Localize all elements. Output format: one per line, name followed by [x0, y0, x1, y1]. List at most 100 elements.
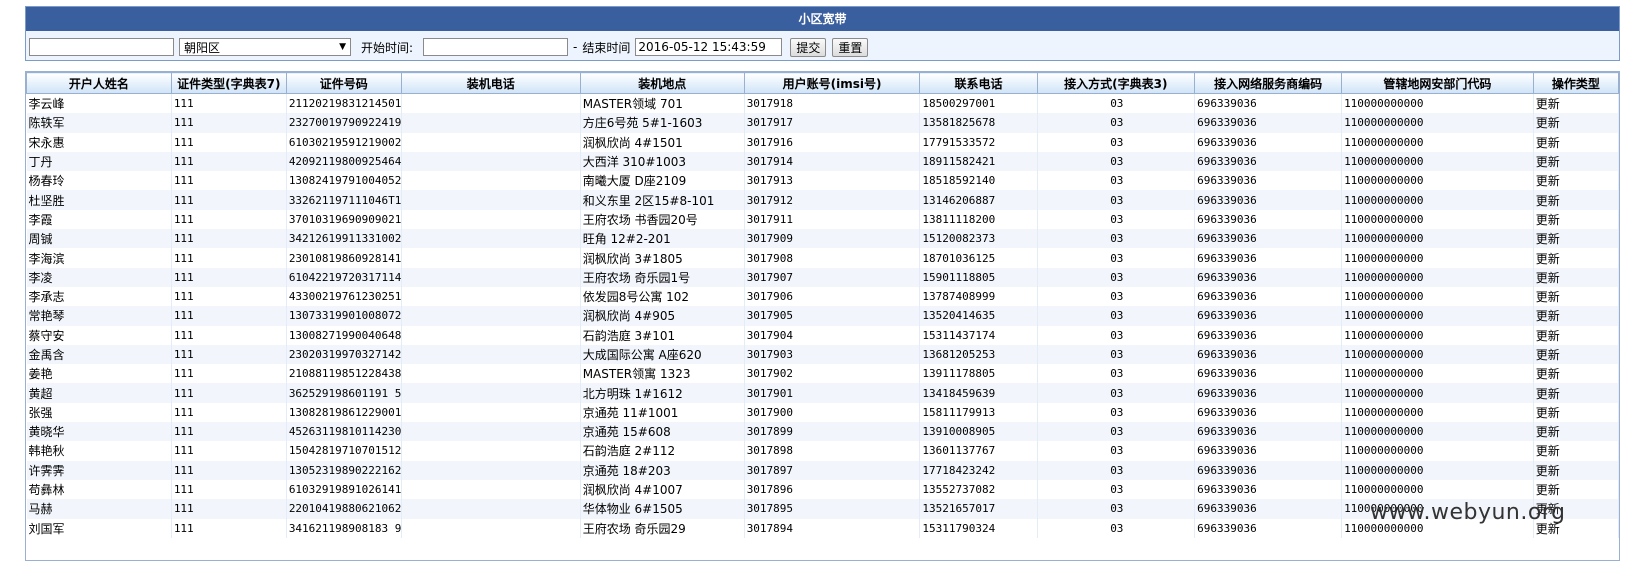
cell-dept-code: 110000000000	[1341, 171, 1534, 191]
cell-id-type: 111	[171, 441, 287, 461]
cell-access-method: 03	[1037, 209, 1196, 230]
cell-operation: 更新	[1533, 364, 1619, 384]
end-time-input[interactable]	[635, 38, 783, 56]
cell-install-address: 京通苑 18#203	[580, 460, 745, 480]
table-row[interactable]: 李承志 111 433002197612302518 依发园8号公寓 102 30179…	[26, 286, 1619, 307]
col-header-user-account[interactable]: 用户账号(imsi号)	[743, 72, 921, 94]
cell-operation: 更新	[1533, 383, 1619, 403]
cell-access-method: 03	[1037, 113, 1196, 133]
table-row[interactable]: 杨春玲 111 130824197910040526 南曦大厦 D座2109 30179…	[26, 171, 1619, 191]
table-row[interactable]: 姜艳 111 210881198512284383 MASTER领寓 1323 3017…	[26, 364, 1619, 384]
cell-id-type: 111	[171, 286, 287, 307]
cell-id-type: 111	[171, 248, 287, 268]
cell-install-address: 南曦大厦 D座2109	[580, 171, 745, 191]
cell-operation: 更新	[1533, 306, 1619, 326]
table-row[interactable]: 苟彝林 111 610329198910261410 润枫欣尚 4#1007 30178…	[26, 479, 1619, 500]
table-row[interactable]: 金禹含 111 230203199703271426 大成国际公寓 A座620 3017…	[26, 344, 1619, 365]
cell-id-number: 332621197111046T1X	[286, 190, 402, 210]
table-row[interactable]: 黄晓华 111 452631198101142307 京通苑 15#608 301789…	[26, 422, 1619, 442]
district-select[interactable]: 朝阳区 ▼	[179, 38, 351, 56]
cell-id-type: 111	[171, 229, 287, 249]
col-header-provider-code[interactable]: 接入网络服务商编码	[1194, 72, 1343, 94]
cell-owner-name: 马赫	[26, 499, 172, 519]
district-select-value: 朝阳区	[184, 40, 221, 55]
cell-contact-phone: 15311437174	[919, 325, 1038, 345]
cell-access-method: 03	[1037, 479, 1196, 500]
cell-contact-phone: 13787408999	[919, 286, 1038, 307]
table-row[interactable]: 周铖 111 342126199113310025 旺角 12#2-201 301790…	[26, 229, 1619, 249]
cell-access-method: 03	[1037, 248, 1196, 268]
cell-install-phone	[401, 364, 581, 384]
cell-install-phone	[401, 422, 581, 442]
cell-id-type: 111	[171, 267, 287, 287]
cell-install-address: MASTER领域 701	[580, 93, 745, 114]
col-header-dept-code[interactable]: 管辖地网安部门代码	[1341, 72, 1534, 94]
table-row[interactable]: 韩艳秋 111 150428197107015126 石韵浩庭 2#112 301789…	[26, 441, 1619, 461]
cell-id-number: 210881198512284383	[286, 364, 402, 384]
range-dash: -	[573, 40, 578, 54]
cell-owner-name: 周铖	[26, 229, 172, 249]
cell-provider-code: 696339036	[1194, 479, 1343, 500]
cell-id-number: 130523198902221628	[286, 460, 402, 480]
col-header-contact-phone[interactable]: 联系电话	[919, 72, 1038, 94]
cell-id-type: 111	[171, 93, 287, 114]
table-row[interactable]: 李凌 111 610422197203171148 王府农场 奇乐园1号 3017907…	[26, 267, 1619, 287]
cell-owner-name: 常艳琴	[26, 306, 172, 326]
cell-access-method: 03	[1037, 422, 1196, 442]
cell-id-type: 111	[171, 402, 287, 423]
cell-id-type: 111	[171, 499, 287, 519]
name-search-input[interactable]	[29, 38, 174, 56]
cell-dept-code: 110000000000	[1341, 113, 1534, 133]
cell-access-method: 03	[1037, 499, 1196, 519]
col-header-id-number[interactable]: 证件号码	[285, 72, 402, 94]
cell-operation: 更新	[1533, 151, 1619, 172]
col-header-access-method[interactable]: 接入方式(字典表3)	[1036, 72, 1196, 94]
cell-contact-phone: 13811118200	[919, 209, 1038, 230]
col-header-install-phone[interactable]: 装机电话	[400, 72, 581, 94]
col-header-install-address[interactable]: 装机地点	[579, 72, 745, 94]
cell-id-number: 342126199113310025	[286, 229, 402, 249]
cell-install-address: 方庄6号苑 5#1-1603	[580, 113, 745, 133]
cell-provider-code: 696339036	[1194, 460, 1343, 480]
cell-access-method: 03	[1037, 325, 1196, 345]
table-row[interactable]: 杜坚胜 111 332621197111046T1X 和义东里 2区15#8-101 3…	[26, 190, 1619, 210]
submit-button[interactable]: 提交	[790, 37, 827, 57]
cell-install-address: 润枫欣尚 3#1805	[580, 248, 745, 268]
cell-user-account: 3017899	[744, 422, 921, 442]
cell-id-type: 111	[171, 190, 287, 210]
table-row[interactable]: 李海滨 111 230108198609281419 润枫欣尚 3#1805 30179…	[26, 248, 1619, 268]
cell-provider-code: 696339036	[1194, 248, 1343, 268]
table-row[interactable]: 蔡守安 111 130082719900406481 石韵浩庭 3#101 301790…	[26, 325, 1619, 345]
table-row[interactable]: 丁丹 111 420921198009254644 大西洋 310#1003 30179…	[26, 151, 1619, 172]
cell-contact-phone: 13521657017	[919, 499, 1038, 519]
table-row[interactable]: 张强 111 130828198612290017 京通苑 11#1001 301790…	[26, 402, 1619, 423]
cell-operation: 更新	[1533, 267, 1619, 287]
cell-contact-phone: 13910008905	[919, 422, 1038, 442]
cell-user-account: 3017917	[744, 113, 921, 133]
start-time-label: 开始时间:	[361, 40, 414, 55]
table-row[interactable]: 陈轶军 111 232700197909224191 方庄6号苑 5#1-1603 30…	[26, 113, 1619, 133]
cell-dept-code: 110000000000	[1341, 364, 1534, 384]
cell-user-account: 3017896	[744, 479, 921, 500]
cell-provider-code: 696339036	[1194, 306, 1343, 326]
cell-owner-name: 李凌	[26, 267, 172, 287]
col-header-owner-name[interactable]: 开户人姓名	[26, 72, 172, 94]
col-header-operation[interactable]: 操作类型	[1532, 72, 1619, 94]
cell-provider-code: 696339036	[1194, 499, 1343, 519]
start-time-input[interactable]	[423, 38, 569, 56]
table-row[interactable]: 常艳琴 111 130733199010080725 润枫欣尚 4#905 301790…	[26, 306, 1619, 326]
col-header-id-type[interactable]: 证件类型(字典表7)	[170, 72, 287, 94]
cell-owner-name: 苟彝林	[26, 479, 172, 500]
table-row[interactable]: 李霞 111 370103196909090216 王府农场 书香园20号 301791…	[26, 209, 1619, 230]
cell-user-account: 3017906	[744, 286, 921, 307]
chevron-down-icon: ▼	[339, 42, 346, 52]
table-row[interactable]: 黄超111362529198601191 51X 北方明珠 1#161230179…	[26, 383, 1619, 403]
cell-user-account: 3017894	[744, 518, 921, 538]
table-row[interactable]: 宋永惠 111 610302195912190026 润枫欣尚 4#1501 30179…	[26, 132, 1619, 152]
cell-operation: 更新	[1533, 93, 1619, 114]
table-row[interactable]: 李云峰 111 211202198312145015 MASTER领域 701 3017…	[26, 93, 1619, 114]
reset-button[interactable]: 重置	[832, 37, 869, 57]
watermark: www.webyun.org	[1370, 500, 1566, 525]
cell-install-address: 依发园8号公寓 102	[580, 286, 745, 307]
table-row[interactable]: 许霁霁 111 130523198902221628 京通苑 18#203 301789…	[26, 460, 1619, 480]
